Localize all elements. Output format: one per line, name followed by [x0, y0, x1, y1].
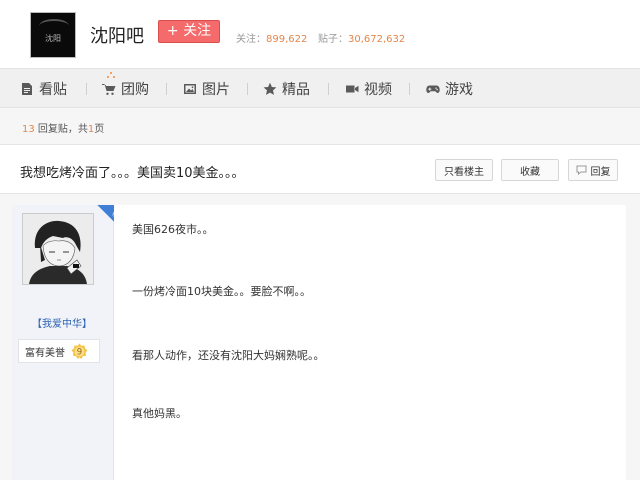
level-badge-icon: 9	[71, 342, 88, 359]
tab-images-label: 图片	[202, 82, 230, 98]
nav-divider	[328, 83, 329, 95]
author-panel: 楼主 【我爱中华】 富有美誉 9	[12, 205, 126, 480]
forum-header: 沈阳 沈阳吧 + 关注 关注：899,622 贴子：30,672,632	[0, 0, 640, 68]
tab-video[interactable]: 视频	[345, 69, 392, 109]
star-icon	[263, 82, 277, 95]
reply-info: 13 回复贴，共1页	[22, 120, 104, 135]
post-line: 看那人动作，还没有沈阳大妈娴熟呢。。	[132, 349, 325, 362]
forum-name[interactable]: 沈阳吧	[90, 22, 144, 48]
level-number: 9	[77, 347, 82, 357]
posts-stat-count: 30,672,632	[348, 34, 406, 45]
tab-featured[interactable]: 精品	[263, 69, 310, 109]
thread-title: 我想吃烤冷面了。。。美国卖10美金。。。	[20, 166, 245, 181]
reply-button[interactable]: 回复	[568, 159, 618, 181]
reply-info-bar: 13 回复贴，共1页	[0, 108, 640, 144]
post-line: 美国626夜市。。	[132, 223, 214, 236]
forum-logo[interactable]: 沈阳	[30, 12, 76, 58]
nav-divider	[166, 83, 167, 95]
posts-stat-label: 贴子：	[318, 34, 348, 45]
nav-divider	[86, 83, 87, 95]
gamepad-icon	[426, 85, 440, 93]
reply-count: 13	[22, 124, 35, 135]
page-count-suffix: 页	[94, 124, 105, 135]
logo-text: 沈阳	[45, 34, 61, 43]
follow-stat: 关注：899,622	[236, 30, 307, 45]
tab-featured-label: 精品	[282, 82, 310, 98]
avatar[interactable]	[22, 213, 94, 285]
post-content: 美国626夜市。。 一份烤冷面10块美金。。要脸不啊。。 看那人动作，还没有沈阳…	[114, 205, 626, 480]
follow-stat-count: 899,622	[266, 34, 308, 45]
document-icon	[22, 83, 32, 95]
follow-stat-label: 关注：	[236, 34, 266, 45]
nav-divider	[247, 83, 248, 95]
posts-stat: 贴子：30,672,632	[318, 30, 405, 45]
logo-swirl	[39, 19, 69, 33]
video-icon	[346, 85, 359, 93]
tab-games[interactable]: 游戏	[426, 69, 473, 109]
follow-button[interactable]: + 关注	[158, 20, 220, 43]
badge-label: 富有美誉	[25, 347, 65, 359]
user-badge[interactable]: 富有美誉 9	[18, 339, 100, 363]
only-author-button[interactable]: 只看楼主	[435, 159, 493, 181]
reply-count-suffix: 回复贴，共	[34, 124, 88, 135]
tab-posts-label: 看贴	[39, 82, 67, 98]
nav-divider	[409, 83, 410, 95]
cart-icon	[102, 84, 116, 95]
thread-title-bar: 我想吃烤冷面了。。。美国卖10美金。。。 只看楼主 收藏 回复	[0, 144, 640, 194]
author-name[interactable]: 【我爱中华】	[12, 315, 112, 330]
groupbuy-dots-icon	[107, 72, 115, 80]
reply-button-label: 回复	[590, 166, 611, 178]
tab-groupbuy-label: 团购	[121, 82, 149, 98]
comment-icon	[576, 165, 586, 175]
favorite-button[interactable]: 收藏	[501, 159, 559, 181]
image-icon	[184, 84, 196, 94]
post-line: 一份烤冷面10块美金。。要脸不啊。。	[132, 285, 311, 298]
post: 楼主 【我爱中华】 富有美誉 9 美国626夜市。。 一份烤冷面10块美金。。要…	[0, 195, 640, 480]
forum-nav: 看贴 团购 图片 精品 视频 游戏	[0, 68, 640, 108]
tab-posts[interactable]: 看贴	[20, 69, 67, 109]
post-line: 真他妈黑。	[132, 407, 187, 420]
tab-images[interactable]: 图片	[183, 69, 230, 109]
tab-games-label: 游戏	[445, 82, 473, 98]
tab-video-label: 视频	[364, 82, 392, 98]
avatar-image	[23, 214, 93, 284]
